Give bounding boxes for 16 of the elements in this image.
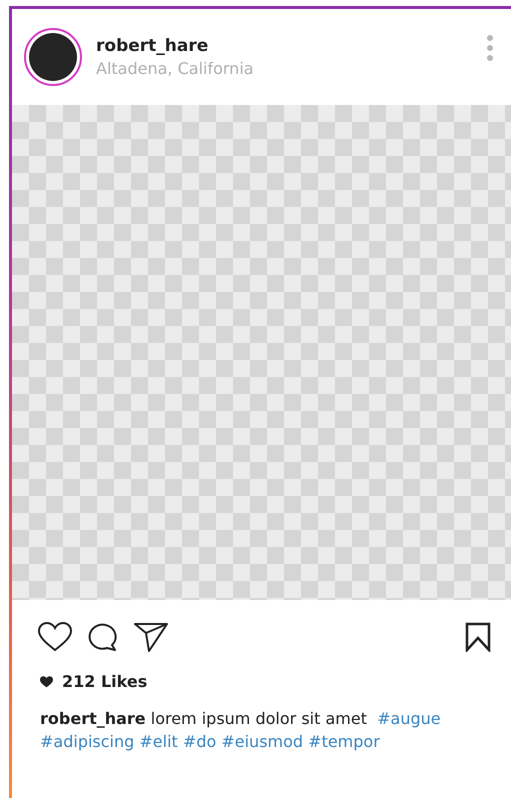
send-icon[interactable] [134,622,168,652]
hashtag-link[interactable]: #elit [139,732,178,751]
hashtag-link[interactable]: #tempor [308,732,380,751]
likes-count: 212 Likes [62,672,148,691]
hashtag-link[interactable]: #do [182,732,216,751]
username[interactable]: robert_hare [96,36,467,56]
heart-icon[interactable] [38,622,72,652]
hashtag-link[interactable]: #augue [377,709,441,728]
bookmark-icon[interactable] [465,622,491,652]
location[interactable]: Altadena, California [96,59,467,78]
caption: robert_hare lorem ipsum dolor sit amet #augue #adipiscing #elit #do #eiusmod #tempor [39,708,442,753]
hashtag-link[interactable]: #eiusmod [221,732,304,751]
comment-icon[interactable] [88,622,118,652]
avatar[interactable] [24,28,82,86]
heart-icon [40,676,53,688]
hashtag-link[interactable]: #adipiscing [40,732,134,751]
